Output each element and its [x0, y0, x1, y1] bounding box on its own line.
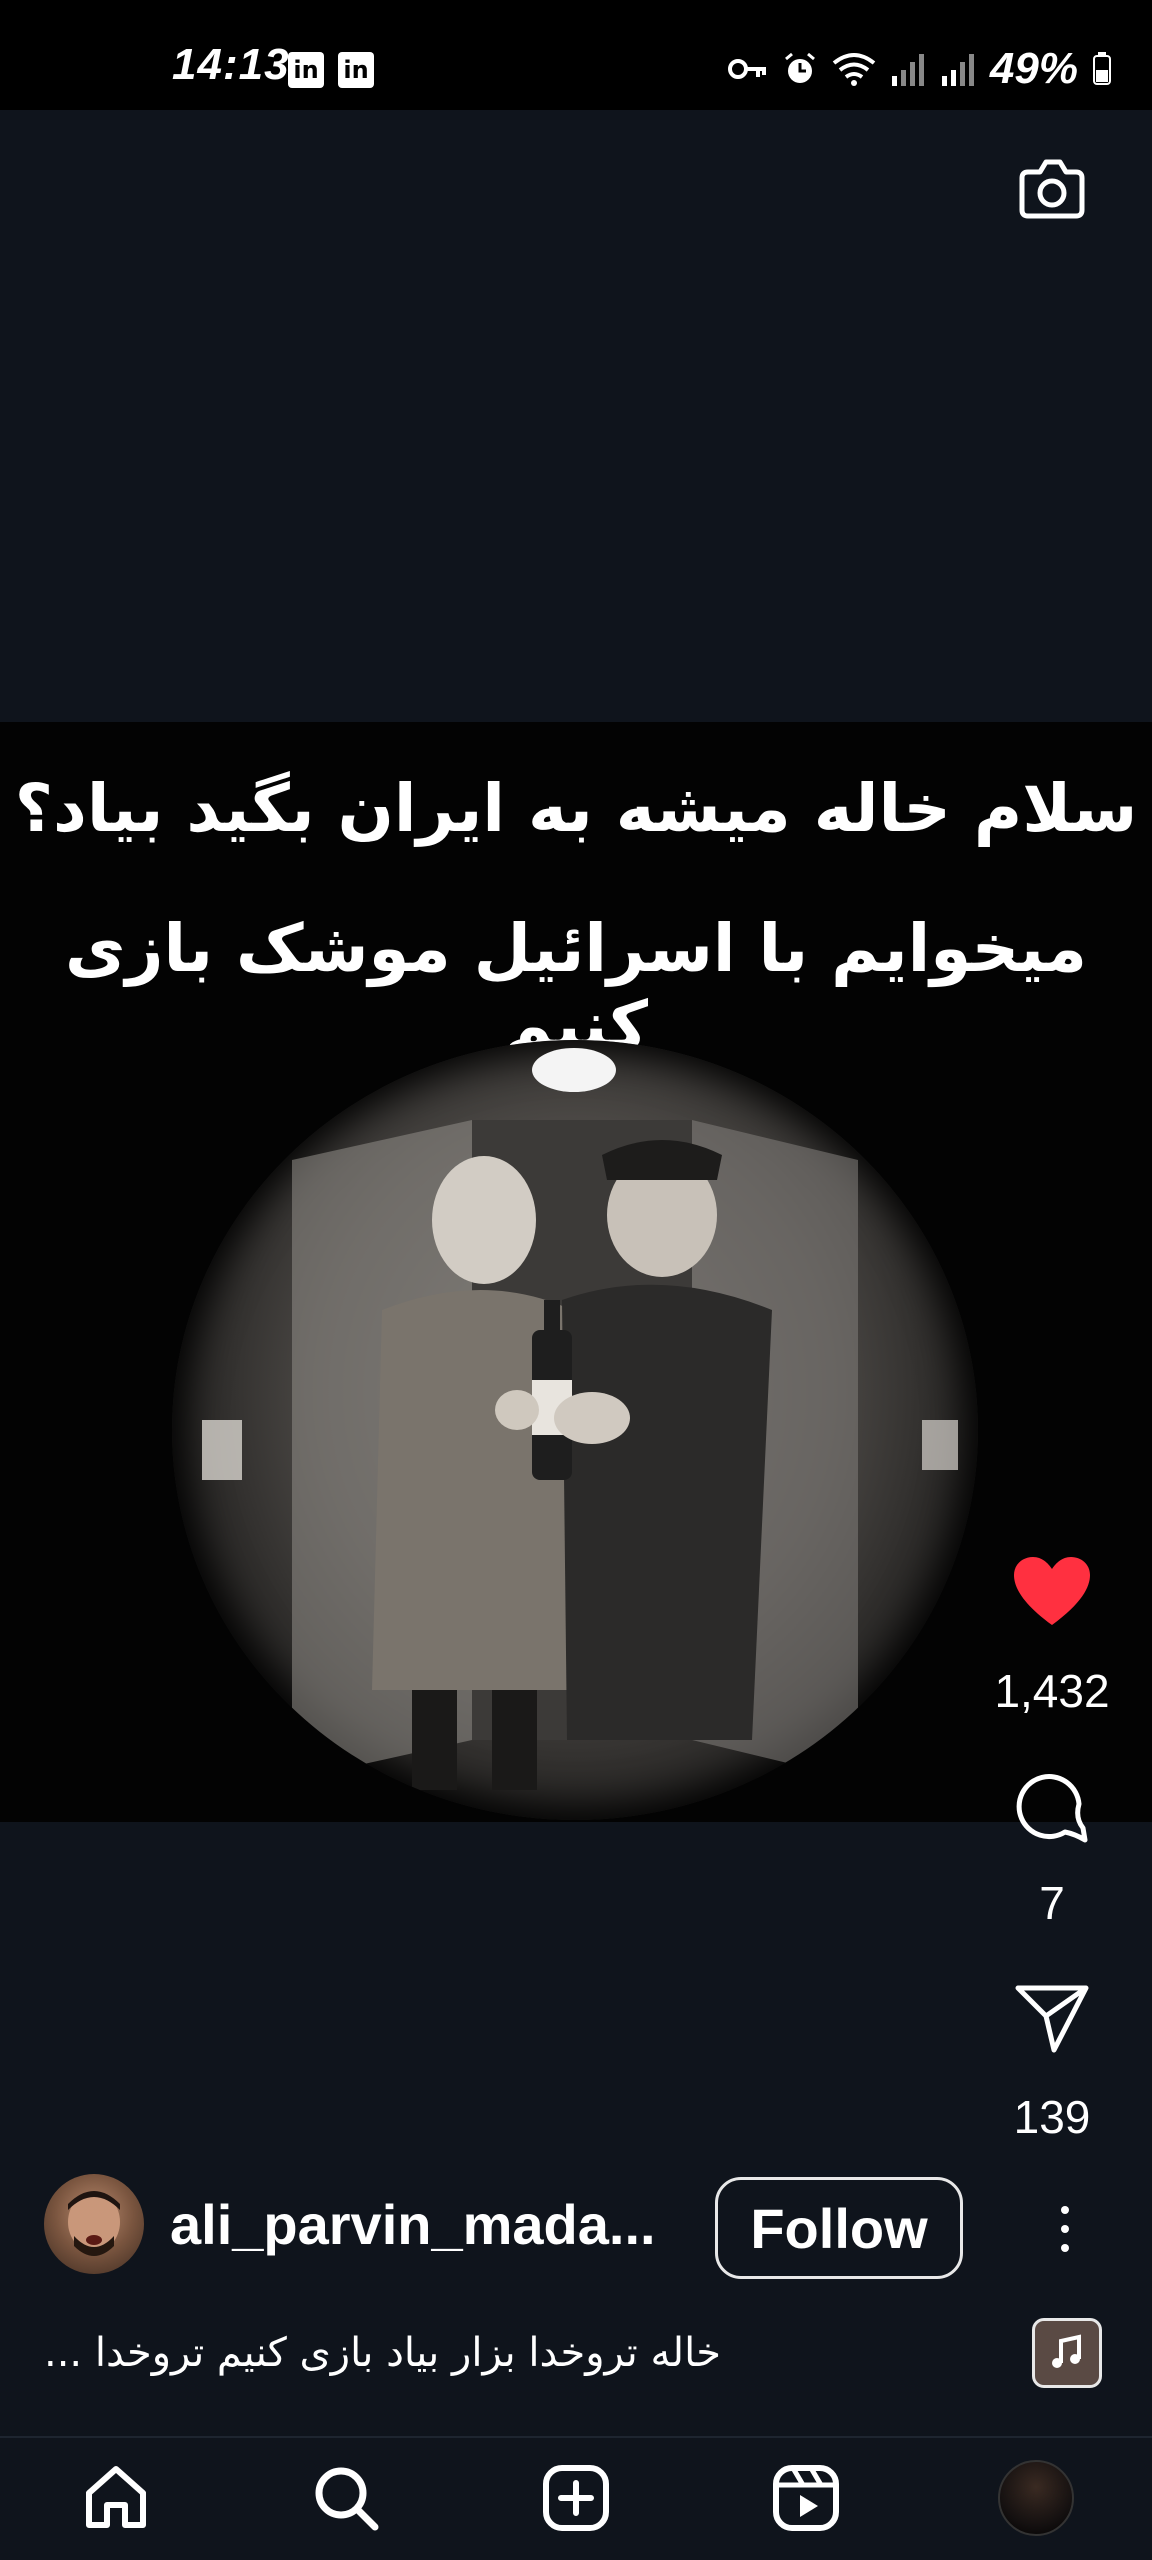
music-note-icon [1052, 2334, 1081, 2368]
status-time: 14:13 [172, 40, 290, 89]
author-avatar[interactable] [44, 2174, 144, 2274]
post-caption[interactable]: خاله تروخدا بزار بیاد بازی کنیم تروخدا .… [44, 2330, 804, 2376]
notification-icons: in in [288, 52, 374, 88]
author-username[interactable]: ali_parvin_mada... [170, 2192, 656, 2257]
heart-icon [1014, 1557, 1090, 1625]
nav-search-button[interactable] [306, 2458, 386, 2538]
reels-icon [773, 2465, 839, 2531]
like-button[interactable] [952, 1555, 1152, 1645]
send-icon [1015, 1985, 1089, 2053]
nav-create-button[interactable] [536, 2458, 616, 2538]
home-icon [86, 2466, 146, 2528]
battery-icon [1093, 52, 1111, 85]
key-icon [727, 59, 766, 79]
nav-reels-button[interactable] [766, 2458, 846, 2538]
comment-count: 7 [1039, 1877, 1065, 1929]
profile-avatar [998, 2460, 1074, 2536]
like-count: 1,432 [994, 1665, 1110, 1717]
comment-button[interactable] [952, 1768, 1152, 1848]
linkedin-icon: in [338, 52, 374, 88]
share-button[interactable] [952, 1982, 1152, 2062]
camera-button[interactable] [1014, 150, 1090, 226]
linkedin-icon: in [288, 52, 324, 88]
more-vertical-icon [1061, 2206, 1069, 2252]
battery-percent: 49% [989, 44, 1078, 93]
bottom-navigation [0, 2436, 1152, 2560]
share-count: 139 [1013, 2091, 1091, 2143]
alarm-icon [784, 52, 815, 83]
status-bar: 14:13 in in 49% [0, 0, 1152, 110]
video-frame-image [172, 1040, 978, 1820]
search-icon [315, 2467, 379, 2531]
audio-button[interactable] [1032, 2318, 1102, 2388]
wifi-icon [832, 53, 876, 86]
comment-icon [1016, 1774, 1088, 1843]
camera-icon [1019, 159, 1085, 219]
system-status-icons: 49% [727, 44, 1112, 94]
nav-profile-button[interactable] [996, 2458, 1076, 2538]
reels-screen: 14:13 in in 49% سلام خاله میشه به ایران … [0, 0, 1152, 2560]
video-overlay-text: سلام خاله میشه به ایران بگید بیاد؟ [14, 770, 1138, 847]
follow-button[interactable]: Follow [715, 2177, 963, 2279]
nav-home-button[interactable] [76, 2458, 156, 2538]
more-options-button[interactable] [1050, 2204, 1080, 2254]
create-icon [543, 2465, 609, 2531]
signal-icon [891, 54, 924, 86]
signal-icon [941, 54, 974, 86]
